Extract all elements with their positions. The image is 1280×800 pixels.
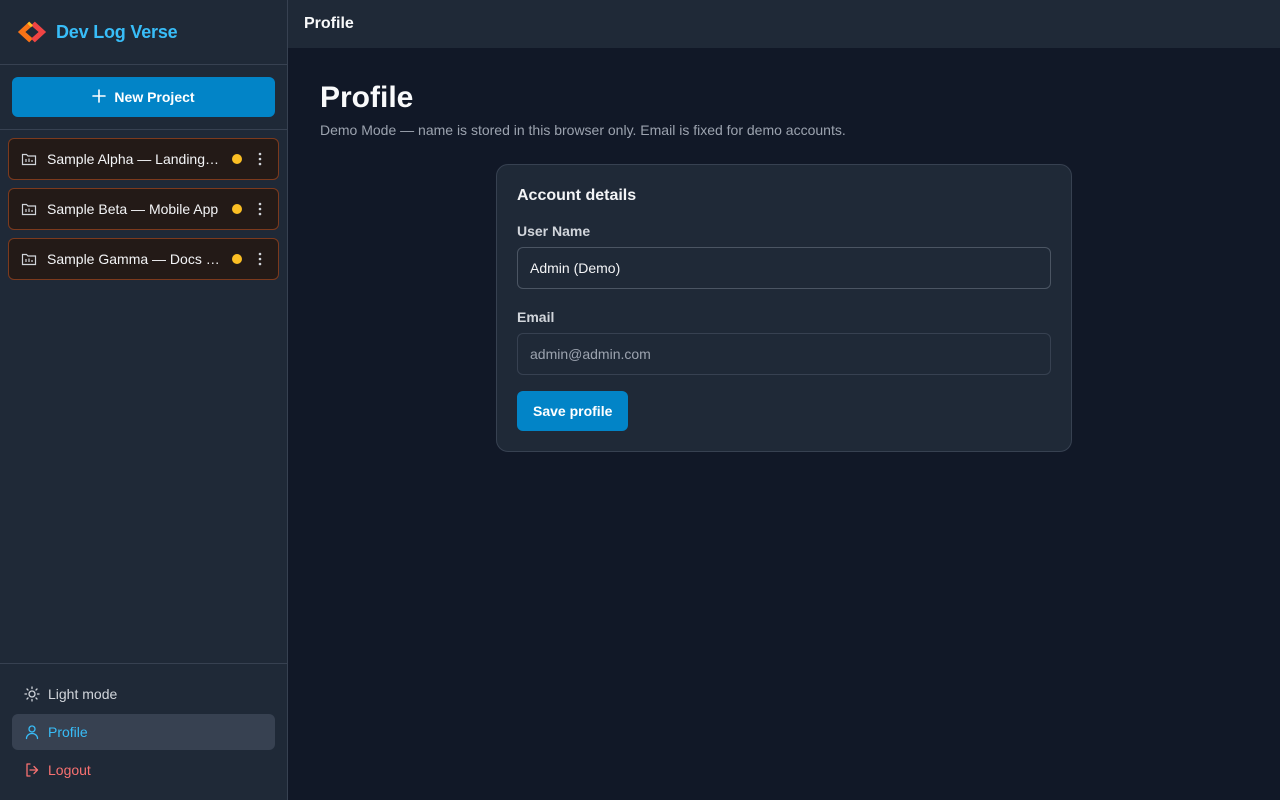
new-project-section: New Project bbox=[0, 65, 287, 130]
status-dot bbox=[232, 154, 242, 164]
brand-header: Dev Log Verse bbox=[0, 0, 287, 65]
email-input[interactable] bbox=[517, 333, 1051, 375]
folder-icon bbox=[21, 151, 37, 167]
project-label: Sample Alpha — Landing Page bbox=[47, 151, 222, 167]
page-content: Profile Demo Mode — name is stored in th… bbox=[288, 48, 1280, 484]
sidebar-footer: Light mode Profile Logout bbox=[0, 663, 287, 800]
folder-icon bbox=[21, 251, 37, 267]
project-item[interactable]: Sample Alpha — Landing Page bbox=[8, 138, 279, 180]
more-vertical-icon[interactable] bbox=[252, 251, 268, 267]
email-label: Email bbox=[517, 309, 555, 325]
project-item[interactable]: Sample Beta — Mobile App bbox=[8, 188, 279, 230]
account-details-card: Account details User Name Email Save pro… bbox=[496, 164, 1072, 452]
light-mode-label: Light mode bbox=[48, 686, 118, 702]
logout-button[interactable]: Logout bbox=[12, 752, 275, 788]
status-dot bbox=[232, 254, 242, 264]
code-brackets-logo-icon bbox=[16, 18, 48, 46]
project-item[interactable]: Sample Gamma — Docs Site bbox=[8, 238, 279, 280]
light-mode-toggle[interactable]: Light mode bbox=[12, 676, 275, 712]
save-profile-button[interactable]: Save profile bbox=[517, 391, 629, 431]
topbar-title: Profile bbox=[304, 15, 354, 32]
new-project-button[interactable]: New Project bbox=[12, 77, 275, 117]
project-label: Sample Gamma — Docs Site bbox=[47, 251, 222, 267]
card-title: Account details bbox=[517, 187, 637, 204]
new-project-label: New Project bbox=[114, 89, 195, 105]
sidebar-item-profile[interactable]: Profile bbox=[12, 714, 275, 750]
main-area: Profile Profile Demo Mode — name is stor… bbox=[288, 0, 1280, 800]
more-vertical-icon[interactable] bbox=[252, 151, 268, 167]
app-title[interactable]: Dev Log Verse bbox=[56, 22, 178, 43]
folder-icon bbox=[21, 201, 37, 217]
status-dot bbox=[232, 204, 242, 214]
project-list: Sample Alpha — Landing Page Sample Beta … bbox=[0, 130, 287, 288]
page-subtitle: Demo Mode — name is stored in this brows… bbox=[320, 122, 846, 138]
sun-icon bbox=[24, 686, 40, 702]
topbar: Profile bbox=[288, 0, 1280, 48]
user-icon bbox=[24, 724, 40, 740]
plus-icon bbox=[92, 88, 107, 106]
logout-label: Logout bbox=[48, 762, 91, 778]
username-label: User Name bbox=[517, 223, 591, 239]
profile-label: Profile bbox=[48, 724, 88, 740]
logout-icon bbox=[24, 762, 40, 778]
more-vertical-icon[interactable] bbox=[252, 201, 268, 217]
page-title: Profile bbox=[320, 81, 414, 114]
sidebar: Dev Log Verse New Project Sample Alpha —… bbox=[0, 0, 288, 800]
project-label: Sample Beta — Mobile App bbox=[47, 201, 219, 217]
username-input[interactable] bbox=[517, 247, 1051, 289]
